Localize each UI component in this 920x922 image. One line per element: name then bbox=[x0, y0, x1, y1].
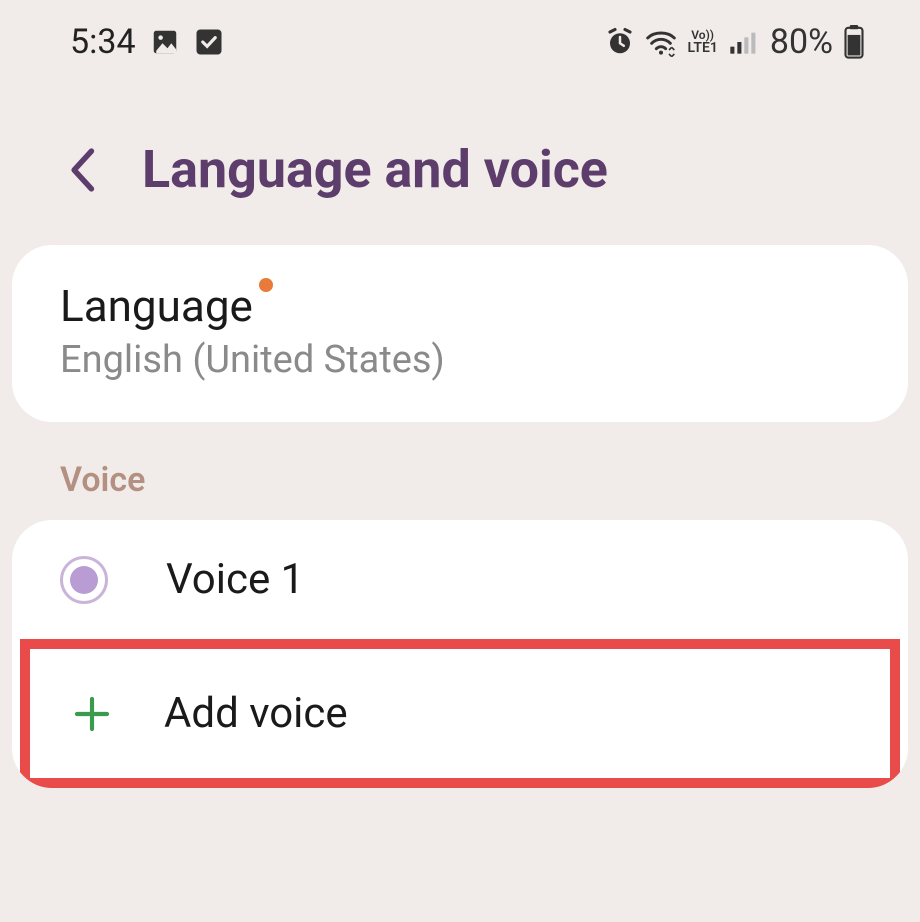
back-button[interactable] bbox=[62, 145, 102, 195]
battery-icon bbox=[843, 25, 865, 59]
status-bar: 5:34 bbox=[0, 0, 920, 84]
highlight-annotation: Add voice bbox=[20, 639, 900, 788]
checkbox-icon bbox=[194, 27, 224, 57]
status-time: 5:34 bbox=[70, 22, 136, 62]
add-voice-label: Add voice bbox=[164, 689, 348, 738]
alarm-icon bbox=[605, 27, 635, 57]
language-value: English (United States) bbox=[60, 338, 860, 382]
voice-option-row[interactable]: Voice 1 bbox=[12, 520, 908, 639]
voice-option-label: Voice 1 bbox=[166, 555, 304, 604]
add-voice-row[interactable]: Add voice bbox=[30, 649, 890, 778]
wifi-icon bbox=[645, 27, 677, 57]
status-right: Vo)) LTE1 80% bbox=[605, 22, 865, 62]
voice-card: Voice 1 Add voice bbox=[12, 520, 908, 788]
language-label-wrap: Language bbox=[60, 280, 253, 332]
status-left: 5:34 bbox=[70, 22, 224, 62]
page-header: Language and voice bbox=[0, 84, 920, 245]
notification-dot-icon bbox=[259, 278, 273, 292]
radio-selected-icon bbox=[60, 556, 108, 604]
plus-icon bbox=[70, 692, 114, 736]
language-label: Language bbox=[60, 280, 253, 332]
voice-section-label: Voice bbox=[0, 422, 920, 520]
chevron-left-icon bbox=[68, 148, 96, 192]
language-card[interactable]: Language English (United States) bbox=[12, 245, 908, 422]
volte-icon: Vo)) LTE1 bbox=[687, 29, 717, 55]
signal-icon bbox=[728, 28, 756, 56]
page-title: Language and voice bbox=[142, 139, 608, 200]
battery-percent: 80% bbox=[770, 22, 833, 62]
image-icon bbox=[150, 27, 180, 57]
